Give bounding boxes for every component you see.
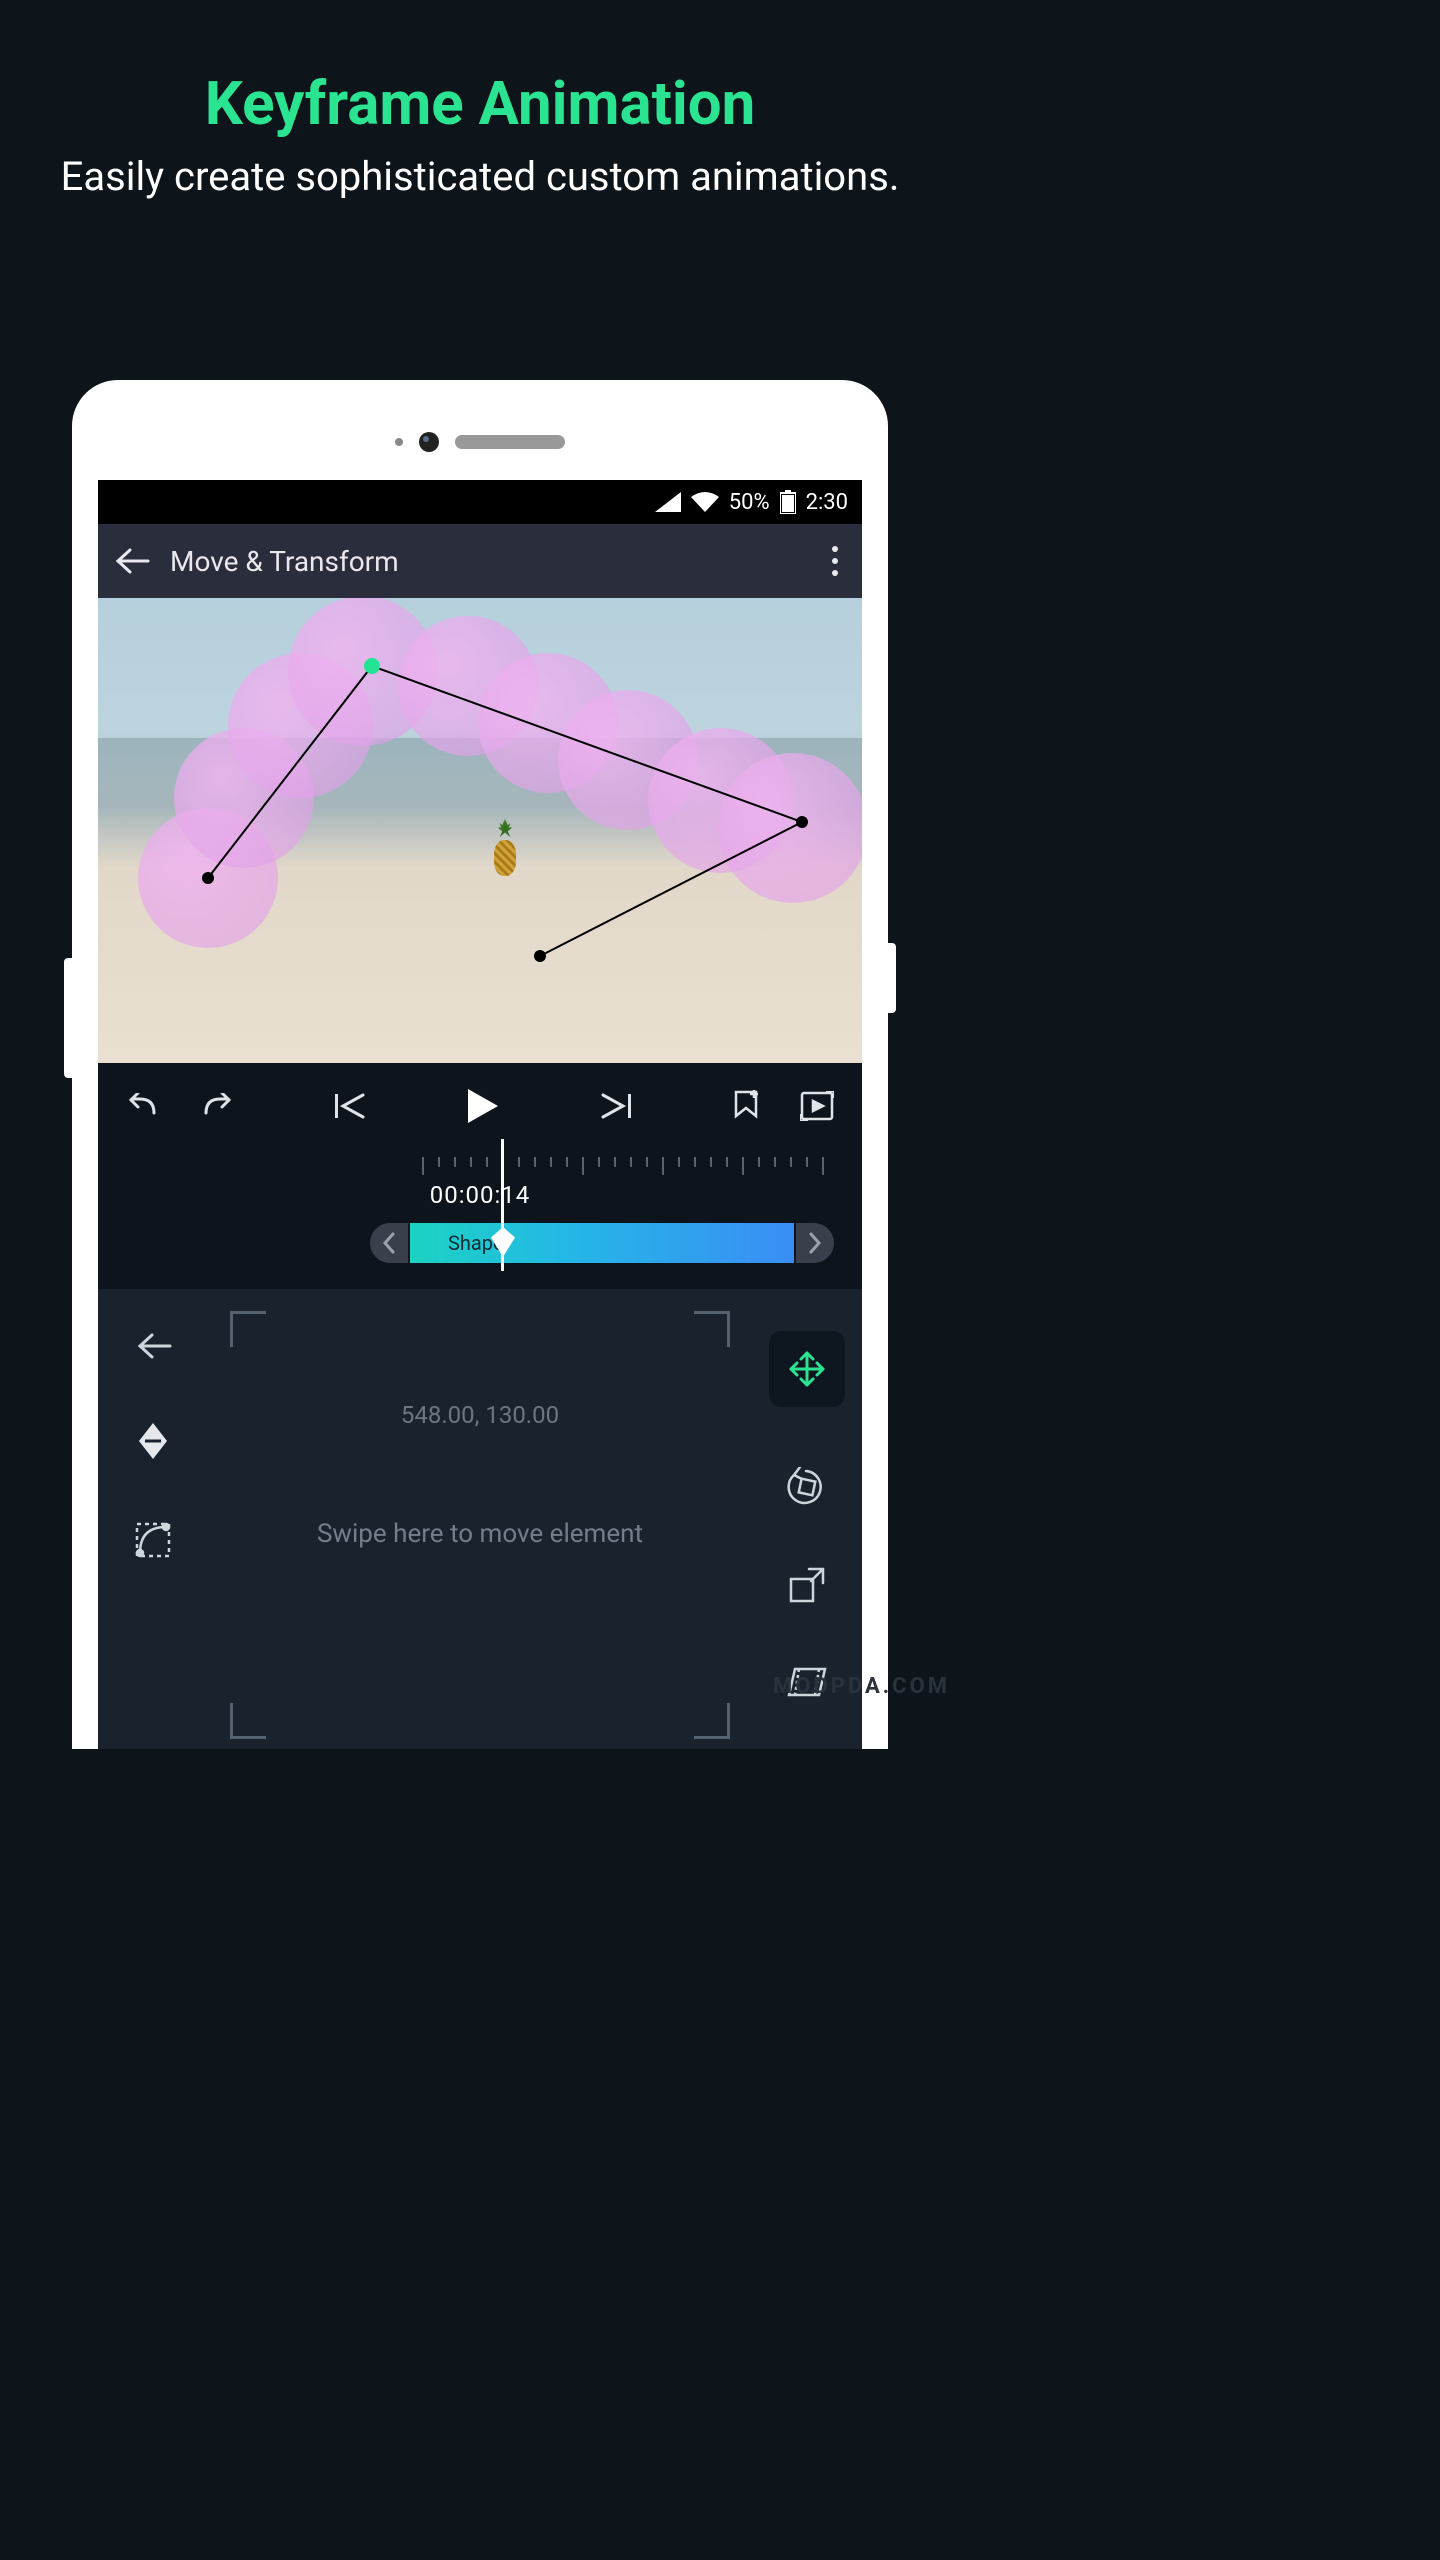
swipe-move-area[interactable]: 548.00, 130.00 Swipe here to move elemen… <box>218 1311 742 1749</box>
prev-clip-button[interactable] <box>370 1223 408 1263</box>
hero-title: Keyframe Animation <box>0 0 960 139</box>
move-tool-button[interactable] <box>769 1331 845 1407</box>
watermark-text: MODPDA.COM <box>773 1674 950 1699</box>
sensor-dot <box>395 438 403 446</box>
battery-icon <box>780 490 796 514</box>
more-menu-button[interactable] <box>824 546 846 576</box>
next-clip-button[interactable] <box>796 1223 834 1263</box>
cellular-icon <box>655 492 681 512</box>
clip-row[interactable]: Shape <box>98 1219 862 1267</box>
frame-corner-icon <box>230 1703 266 1739</box>
add-keyframe-button[interactable] <box>732 1090 760 1122</box>
frame-corner-icon <box>694 1703 730 1739</box>
next-keyframe-button[interactable] <box>601 1092 631 1120</box>
back-button[interactable] <box>114 547 150 575</box>
device-notch <box>98 432 862 452</box>
screen-title: Move & Transform <box>170 545 804 578</box>
device-side-button-right <box>888 943 896 1013</box>
transport-bar <box>98 1063 862 1149</box>
edit-panel: 548.00, 130.00 Swipe here to move elemen… <box>98 1289 862 1749</box>
app-screen: 50% 2:30 Move & Transform <box>98 480 862 1749</box>
preview-canvas[interactable] <box>98 598 862 1063</box>
frame-corner-icon <box>694 1311 730 1347</box>
timeline[interactable]: 00:00:14 Shape <box>98 1149 862 1289</box>
battery-percent: 50% <box>729 490 770 515</box>
status-bar: 50% 2:30 <box>98 480 862 524</box>
rotate-tool-button[interactable] <box>786 1467 828 1505</box>
fullscreen-preview-button[interactable] <box>800 1091 834 1121</box>
swipe-hint-text: Swipe here to move element <box>317 1519 643 1549</box>
prev-keyframe-button[interactable] <box>335 1092 365 1120</box>
keyframe-tool-button[interactable] <box>137 1421 169 1461</box>
front-camera <box>419 432 439 452</box>
timeline-ruler <box>98 1149 862 1179</box>
scale-tool-button[interactable] <box>787 1565 827 1605</box>
redo-button[interactable] <box>200 1093 234 1119</box>
speaker-grill <box>455 435 565 449</box>
timecode-display: 00:00:14 <box>98 1179 862 1219</box>
position-coordinates: 548.00, 130.00 <box>401 1401 559 1429</box>
device-side-button-left <box>64 958 72 1078</box>
frame-corner-icon <box>230 1311 266 1347</box>
undo-button[interactable] <box>126 1093 160 1119</box>
wifi-icon <box>691 492 719 512</box>
hero-subtitle: Easily create sophisticated custom anima… <box>0 139 960 203</box>
device-frame: 50% 2:30 Move & Transform <box>72 380 888 1749</box>
left-tool-rail <box>98 1289 208 1749</box>
close-panel-button[interactable] <box>134 1331 172 1361</box>
ease-curve-button[interactable] <box>134 1521 172 1559</box>
status-time: 2:30 <box>806 490 848 515</box>
play-button[interactable] <box>466 1087 500 1125</box>
motion-path <box>98 598 862 1063</box>
app-bar: Move & Transform <box>98 524 862 598</box>
